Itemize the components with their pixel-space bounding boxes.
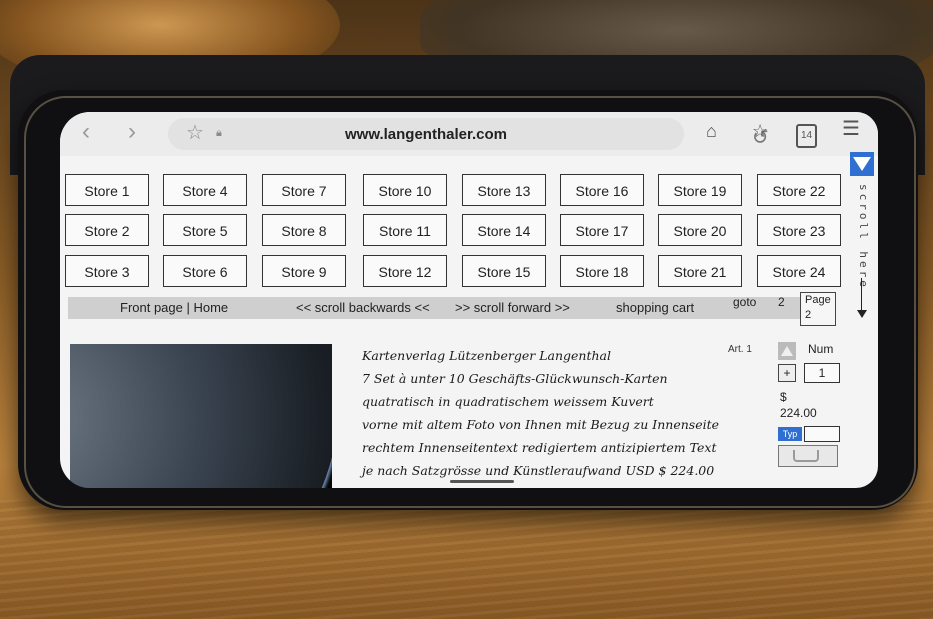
page-label: Page	[805, 294, 831, 306]
article-label: Art. 1	[728, 344, 752, 355]
url-text: www.langenthaler.com	[345, 126, 507, 143]
description-line: 7 Set à unter 10 Geschäfts-Glückwunsch-K…	[362, 371, 668, 386]
scroll-forward-link[interactable]: >> scroll forward >>	[455, 297, 570, 319]
browser-toolbar: ‹ › ☆ 🔒︎ www.langenthaler.com ↺ ⌂ ☆ 14 ☰	[60, 112, 878, 156]
store-button[interactable]: Store 2	[65, 214, 149, 246]
store-button[interactable]: Store 12	[363, 255, 447, 287]
typ-input[interactable]	[804, 426, 840, 442]
chevron-right-icon[interactable]: ›	[128, 120, 136, 144]
cart-icon	[793, 450, 819, 462]
product-description: Kartenverlag Lützenberger Langenthal 7 S…	[362, 348, 772, 486]
store-button[interactable]: Store 1	[65, 174, 149, 206]
store-button[interactable]: Store 4	[163, 174, 247, 206]
store-button[interactable]: Store 16	[560, 174, 644, 206]
scroll-label: scroll here	[857, 184, 870, 290]
store-button[interactable]: Store 9	[262, 255, 346, 287]
goto-button[interactable]: goto	[733, 295, 756, 309]
store-button[interactable]: Store 15	[462, 255, 546, 287]
product-image[interactable]	[70, 344, 332, 488]
store-button[interactable]: Store 23	[757, 214, 841, 246]
home-indicator[interactable]	[450, 480, 514, 483]
quantity-input[interactable]: 1	[804, 363, 840, 383]
goto-value: 2	[778, 295, 785, 309]
chevron-left-icon[interactable]: ‹	[82, 120, 90, 144]
store-button[interactable]: Store 14	[462, 214, 546, 246]
wooden-table	[0, 500, 933, 619]
description-line: Kartenverlag Lützenberger Langenthal	[362, 348, 612, 363]
store-button[interactable]: Store 21	[658, 255, 742, 287]
currency-symbol: $	[780, 390, 787, 404]
increment-button[interactable]: +	[778, 364, 796, 382]
store-button[interactable]: Store 3	[65, 255, 149, 287]
nav-strip: Front page | Home << scroll backwards <<…	[68, 297, 808, 319]
num-label: Num	[808, 342, 834, 356]
scroll-down-icon[interactable]	[850, 152, 874, 176]
page-value: 2	[805, 309, 812, 321]
photo-scene: ‹ › ☆ 🔒︎ www.langenthaler.com ↺ ⌂ ☆ 14 ☰…	[0, 0, 933, 619]
shopping-cart-link[interactable]: shopping cart	[616, 297, 694, 319]
scroll-backwards-link[interactable]: << scroll backwards <<	[296, 297, 430, 319]
arrow-up-icon[interactable]	[778, 342, 796, 360]
store-button[interactable]: Store 11	[363, 214, 447, 246]
front-page-link[interactable]: Front page | Home	[120, 297, 228, 319]
home-icon[interactable]: ⌂	[706, 122, 717, 140]
address-bar[interactable]: ☆ 🔒︎ www.langenthaler.com ↺	[168, 118, 769, 150]
tabs-icon[interactable]: 14	[796, 124, 818, 148]
description-line: vorne mit altem Foto von Ihnen mit Bezug…	[362, 417, 720, 432]
side-scroll[interactable]: scroll here	[848, 152, 878, 332]
store-button[interactable]: Store 8	[262, 214, 346, 246]
phone-screen: ‹ › ☆ 🔒︎ www.langenthaler.com ↺ ⌂ ☆ 14 ☰…	[60, 112, 878, 488]
description-line: rechtem Innenseitentext redigiertem anti…	[362, 440, 717, 455]
description-line: je nach Satzgrösse und Künstleraufwand U…	[362, 463, 715, 478]
store-button[interactable]: Store 7	[262, 174, 346, 206]
earth-photo	[70, 344, 332, 488]
add-to-cart-button[interactable]	[778, 445, 838, 467]
store-button[interactable]: Store 18	[560, 255, 644, 287]
arrow-down-icon	[857, 310, 867, 318]
description-line: quatratisch in quadratischem weissem Kuv…	[362, 394, 654, 409]
store-button[interactable]: Store 24	[757, 255, 841, 287]
store-button[interactable]: Store 13	[462, 174, 546, 206]
typ-label: Typ	[778, 427, 802, 441]
store-button[interactable]: Store 6	[163, 255, 247, 287]
store-button[interactable]: Store 19	[658, 174, 742, 206]
store-button[interactable]: Store 10	[363, 174, 447, 206]
price-value: 224.00	[780, 406, 817, 420]
page-indicator[interactable]: Page 2	[800, 292, 836, 326]
bookmarks-icon[interactable]: ☆	[752, 122, 768, 140]
store-button[interactable]: Store 17	[560, 214, 644, 246]
menu-icon[interactable]: ☰	[842, 119, 860, 139]
store-button[interactable]: Store 20	[658, 214, 742, 246]
store-button[interactable]: Store 22	[757, 174, 841, 206]
store-button[interactable]: Store 5	[163, 214, 247, 246]
